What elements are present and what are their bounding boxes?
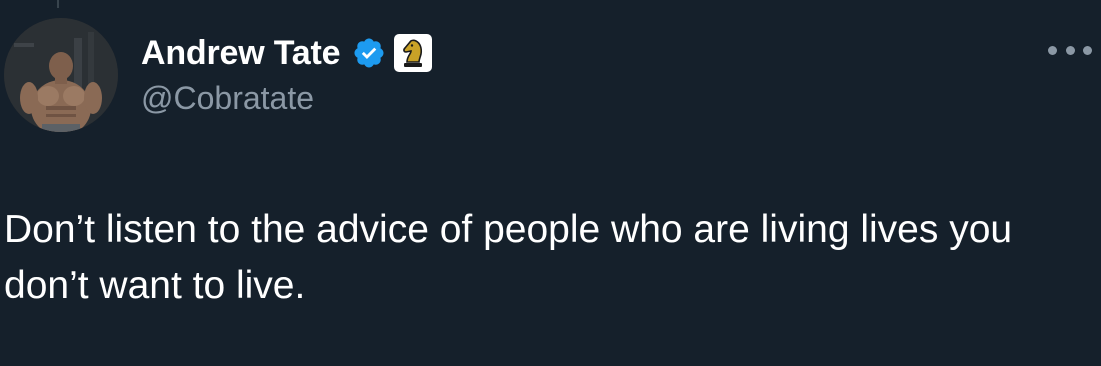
tweet-text: Don’t listen to the advice of people who… [4,208,1013,307]
avatar[interactable] [4,18,118,132]
author-name-row: Andrew Tate [141,28,433,78]
verified-badge-icon [352,36,386,70]
more-dot [1083,45,1092,55]
author-display-name[interactable]: Andrew Tate [141,34,341,73]
author-handle[interactable]: @Cobratate [141,80,314,117]
thread-connector-line [57,0,59,8]
more-dot [1048,45,1057,55]
more-options-icon[interactable] [1048,40,1092,60]
chess-knight-icon[interactable] [394,34,433,72]
more-dot [1065,45,1075,55]
